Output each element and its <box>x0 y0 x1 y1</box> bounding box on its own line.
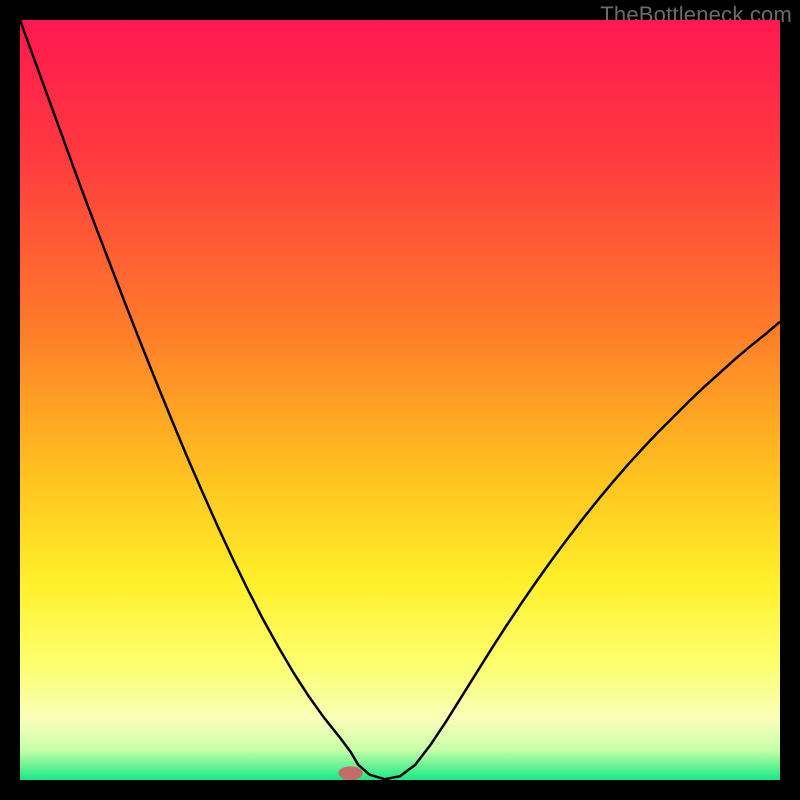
bottleneck-chart <box>20 20 780 780</box>
optimal-point-marker <box>338 766 362 780</box>
gradient-background <box>20 20 780 780</box>
chart-frame: TheBottleneck.com <box>0 0 800 800</box>
